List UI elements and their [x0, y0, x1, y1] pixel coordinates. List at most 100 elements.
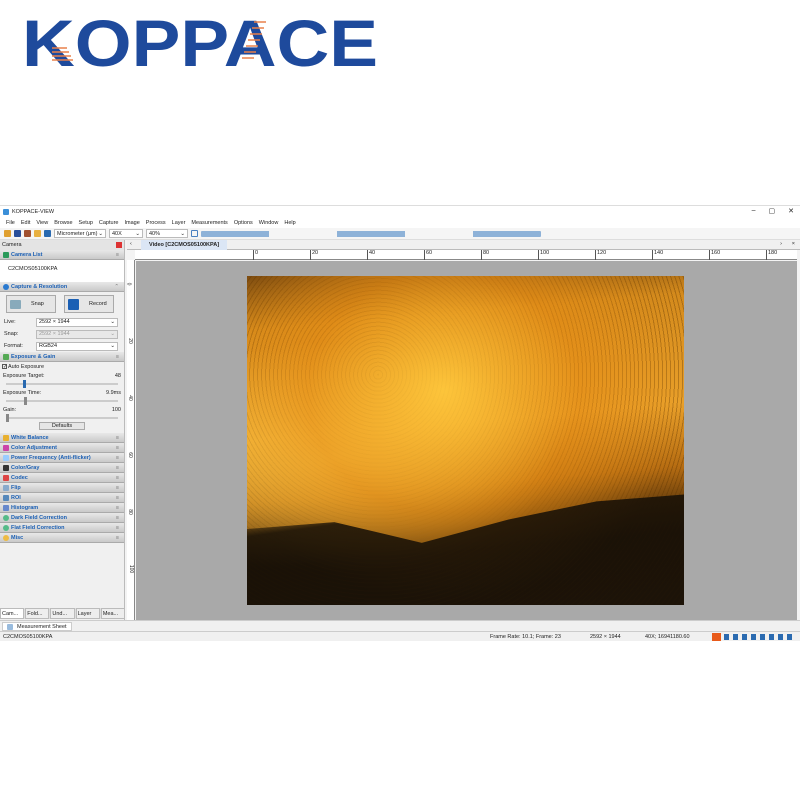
- camera-list-item[interactable]: C2CMOS05100KPA: [0, 260, 124, 282]
- gain-value: 100: [111, 406, 121, 413]
- sheet-icon: [7, 623, 13, 630]
- menu-setup[interactable]: Setup: [79, 220, 93, 226]
- exposure-header[interactable]: Exposure & Gain ≡: [0, 352, 124, 362]
- exposure-time-value: 9.9ms: [106, 389, 121, 396]
- scroll-left-icon[interactable]: ‹: [130, 241, 132, 247]
- live-label: Live:: [4, 319, 16, 325]
- maximize-button[interactable]: ▢: [769, 207, 776, 215]
- tab-close-icon[interactable]: ×: [792, 241, 795, 247]
- section-histogram[interactable]: Histogram ≡: [0, 503, 124, 513]
- ruler-top: 0 20 40 60 80 100 120 140 160 180: [135, 250, 797, 260]
- format-select[interactable]: RGB24 ⌄: [36, 341, 118, 351]
- tab-video[interactable]: Video [C2CMOS05100KPA]: [141, 240, 228, 250]
- camera-list-header[interactable]: Camera List ≡: [0, 250, 124, 260]
- svg-text:KOPPACE: KOPPACE: [22, 12, 378, 72]
- ruler-left-label: 100: [128, 564, 135, 574]
- ruler-left: 0 20 40 60 80 100: [125, 260, 135, 620]
- menu-process[interactable]: Process: [146, 220, 166, 226]
- close-button[interactable]: ✕: [788, 207, 794, 215]
- menu-measurements[interactable]: Measurements: [191, 220, 227, 226]
- title-bar: KOPPACE-VIEW – ▢ ✕: [0, 206, 800, 218]
- section-codec[interactable]: Codec ≡: [0, 473, 124, 483]
- microscope-live-image: [247, 276, 684, 605]
- magnification-select[interactable]: 40X ⌄: [109, 229, 143, 238]
- capture-header[interactable]: Capture & Resolution ⌃: [0, 282, 124, 292]
- section-power-frequency[interactable]: Power Frequency (Anti-flicker) ≡: [0, 453, 124, 463]
- measurement-tools-icon[interactable]: [201, 230, 541, 237]
- exposure-time-slider[interactable]: [6, 397, 118, 405]
- menu-options[interactable]: Options: [234, 220, 253, 226]
- open-icon[interactable]: [4, 230, 11, 237]
- ruler-top-label: 160: [709, 250, 720, 260]
- tab-layer[interactable]: Layer: [75, 608, 100, 619]
- menu-help[interactable]: Help: [284, 220, 295, 226]
- menu-image[interactable]: Image: [124, 220, 139, 226]
- panel-header: Camera: [0, 240, 124, 250]
- save-all-icon[interactable]: [24, 230, 31, 237]
- ruler-top-label: 180: [766, 250, 777, 260]
- format-label: Format:: [4, 343, 23, 349]
- app-icon: [3, 209, 9, 215]
- exposure-target-slider[interactable]: [6, 380, 118, 388]
- menu-edit[interactable]: Edit: [21, 220, 30, 226]
- hand-icon[interactable]: [191, 230, 198, 237]
- tab-measurement-sheet[interactable]: Measurement Sheet: [2, 622, 72, 631]
- tab-undo[interactable]: Und...: [50, 608, 75, 619]
- menu-capture[interactable]: Capture: [99, 220, 119, 226]
- snap-resolution-select[interactable]: 2592 × 1944 ⌄: [36, 329, 118, 339]
- menu-window[interactable]: Window: [259, 220, 279, 226]
- tray-icons[interactable]: [724, 633, 794, 640]
- section-flip[interactable]: Flip ≡: [0, 483, 124, 493]
- save-icon[interactable]: [14, 230, 21, 237]
- unit-select[interactable]: Micrometer (μm) ⌄: [54, 229, 106, 238]
- measurement-sheet-bar: Measurement Sheet: [0, 620, 800, 631]
- auto-exposure-label: Auto Exposure: [8, 363, 45, 370]
- section-roi[interactable]: ROI ≡: [0, 493, 124, 503]
- status-camera: C2CMOS05100KPA: [3, 633, 53, 640]
- zoom-select[interactable]: 40% ⌄: [146, 229, 188, 238]
- menu-browse[interactable]: Browse: [54, 220, 72, 226]
- tab-camera[interactable]: Cam...: [0, 608, 25, 619]
- folder-icon[interactable]: [34, 230, 41, 237]
- live-resolution-select[interactable]: 2592 × 1944 ⌄: [36, 317, 118, 327]
- ruler-left-label: 0: [125, 282, 132, 286]
- section-misc[interactable]: Misc ≡: [0, 533, 124, 543]
- defaults-button[interactable]: Defaults: [39, 422, 85, 430]
- section-color-gray[interactable]: Color/Gray ≡: [0, 463, 124, 473]
- section-color-adjustment[interactable]: Color Adjustment ≡: [0, 443, 124, 453]
- auto-exposure-checkbox[interactable]: ✓: [2, 364, 7, 370]
- section-white-balance[interactable]: White Balance ≡: [0, 433, 124, 443]
- menu-bar: File Edit View Browse Setup Capture Imag…: [0, 218, 800, 228]
- snap-button[interactable]: Snap: [6, 295, 56, 313]
- exposure-time-label: Exposure Time:: [3, 389, 42, 396]
- ruler-left-label: 20: [126, 338, 133, 344]
- gain-slider[interactable]: [6, 414, 118, 422]
- ime-icon[interactable]: [712, 632, 721, 641]
- tab-measurement[interactable]: Mea...: [100, 608, 126, 619]
- panel-tabs: Cam... Fold... Und... Layer Mea...: [0, 608, 126, 619]
- status-frame: Frame Rate: 10.1; Frame: 23: [490, 633, 561, 640]
- scroll-right-icon[interactable]: ›: [780, 241, 782, 247]
- menu-layer[interactable]: Layer: [172, 220, 186, 226]
- panel-close-icon[interactable]: [116, 242, 122, 248]
- exposure-target-label: Exposure Target:: [3, 372, 45, 379]
- exposure-icon: [3, 353, 9, 360]
- ruler-top-label: 80: [481, 250, 489, 260]
- play-icon: [68, 298, 79, 310]
- menu-view[interactable]: View: [36, 220, 48, 226]
- section-dark-field-correction[interactable]: Dark Field Correction ≡: [0, 513, 124, 523]
- ruler-left-label: 40: [126, 395, 133, 401]
- koppace-logo: KOPPACE: [22, 12, 378, 72]
- tab-folder[interactable]: Fold...: [25, 608, 50, 619]
- capture-icon: [3, 283, 9, 290]
- record-button[interactable]: Record: [64, 295, 114, 313]
- browse-icon[interactable]: [44, 230, 51, 237]
- ruler-left-label: 80: [126, 509, 133, 515]
- section-flat-field-correction[interactable]: Flat Field Correction ≡: [0, 523, 124, 533]
- snap-label: Snap:: [4, 331, 19, 337]
- ruler-top-label: 40: [367, 250, 375, 260]
- ruler-top-label: 140: [652, 250, 663, 260]
- minimize-button[interactable]: –: [752, 207, 756, 215]
- app-title: KOPPACE-VIEW: [12, 209, 55, 215]
- menu-file[interactable]: File: [6, 220, 15, 226]
